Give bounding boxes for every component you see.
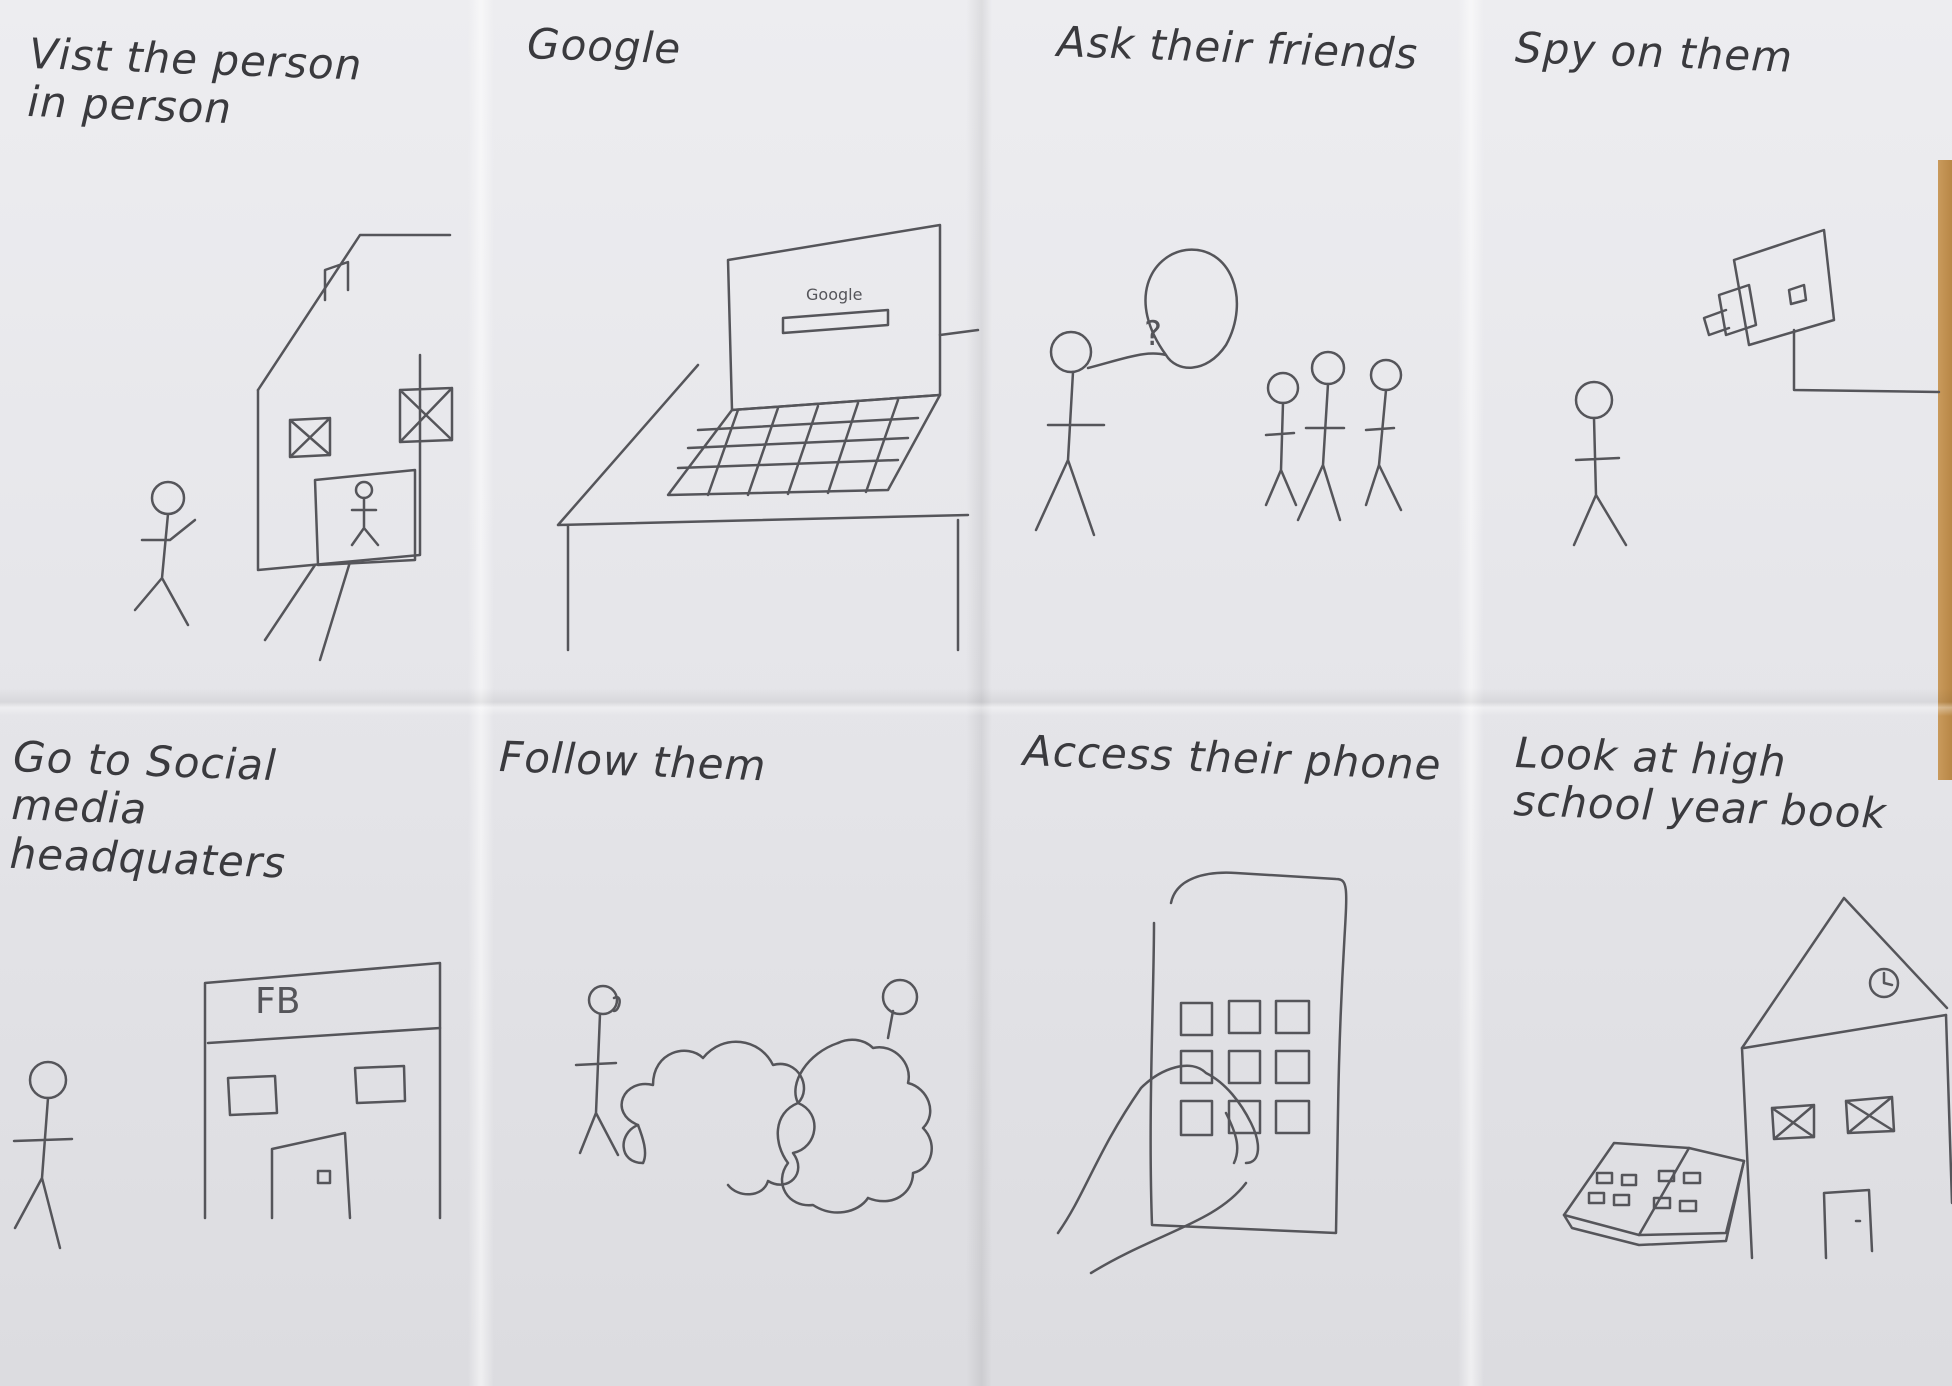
house-sketch bbox=[256, 233, 454, 662]
screen-text: Google bbox=[806, 285, 862, 304]
bush-sketch bbox=[620, 1040, 816, 1196]
panel-yearbook: Look at high school year book bbox=[1464, 693, 1952, 1386]
smartphone-sketch bbox=[1149, 871, 1348, 1235]
office-building: FB bbox=[203, 961, 442, 1220]
stick-figure bbox=[12, 1060, 74, 1250]
school-drawing bbox=[1562, 896, 1952, 1260]
building-drawing: FB bbox=[12, 961, 442, 1250]
laptop-drawing: Google bbox=[556, 223, 980, 652]
stick-figure bbox=[1034, 330, 1106, 537]
stick-figure bbox=[1572, 380, 1628, 547]
stick-figure-peeking bbox=[881, 978, 919, 1040]
panel-visit: Vist the person in person bbox=[0, 0, 488, 693]
paper-sheet: Vist the person in person Google Google … bbox=[0, 0, 1952, 1386]
hedge-sketch bbox=[776, 1038, 933, 1214]
panel-social: Go to Social media headquaters FB bbox=[0, 693, 488, 1386]
phone-drawing bbox=[1056, 871, 1348, 1275]
follow-drawing bbox=[574, 978, 933, 1214]
friends-drawing: ? bbox=[1034, 248, 1403, 537]
bubble-text: ? bbox=[1144, 314, 1162, 354]
school-building bbox=[1740, 896, 1952, 1260]
panel-spy: Spy on them bbox=[1464, 0, 1952, 693]
hand-sketch bbox=[1056, 1064, 1260, 1275]
panel-follow: Follow them bbox=[488, 693, 976, 1386]
stick-figure bbox=[133, 480, 197, 627]
stick-figure bbox=[574, 984, 621, 1157]
stick-figure bbox=[1296, 350, 1346, 522]
speech-bubble: ? bbox=[1086, 248, 1239, 370]
yearbook-sketch bbox=[1562, 1141, 1746, 1247]
security-camera bbox=[1702, 228, 1941, 394]
panel-google: Google Google bbox=[488, 0, 980, 693]
stick-figure bbox=[1364, 358, 1403, 512]
laptop-sketch: Google bbox=[666, 223, 980, 497]
building-sign: FB bbox=[255, 981, 300, 1022]
panel-phone: Access their phone bbox=[976, 693, 1464, 1386]
stick-figure bbox=[1264, 371, 1300, 507]
house-visit-drawing bbox=[133, 233, 454, 662]
spy-drawing bbox=[1572, 228, 1941, 547]
panel-friends: Ask their friends ? bbox=[976, 0, 1464, 693]
